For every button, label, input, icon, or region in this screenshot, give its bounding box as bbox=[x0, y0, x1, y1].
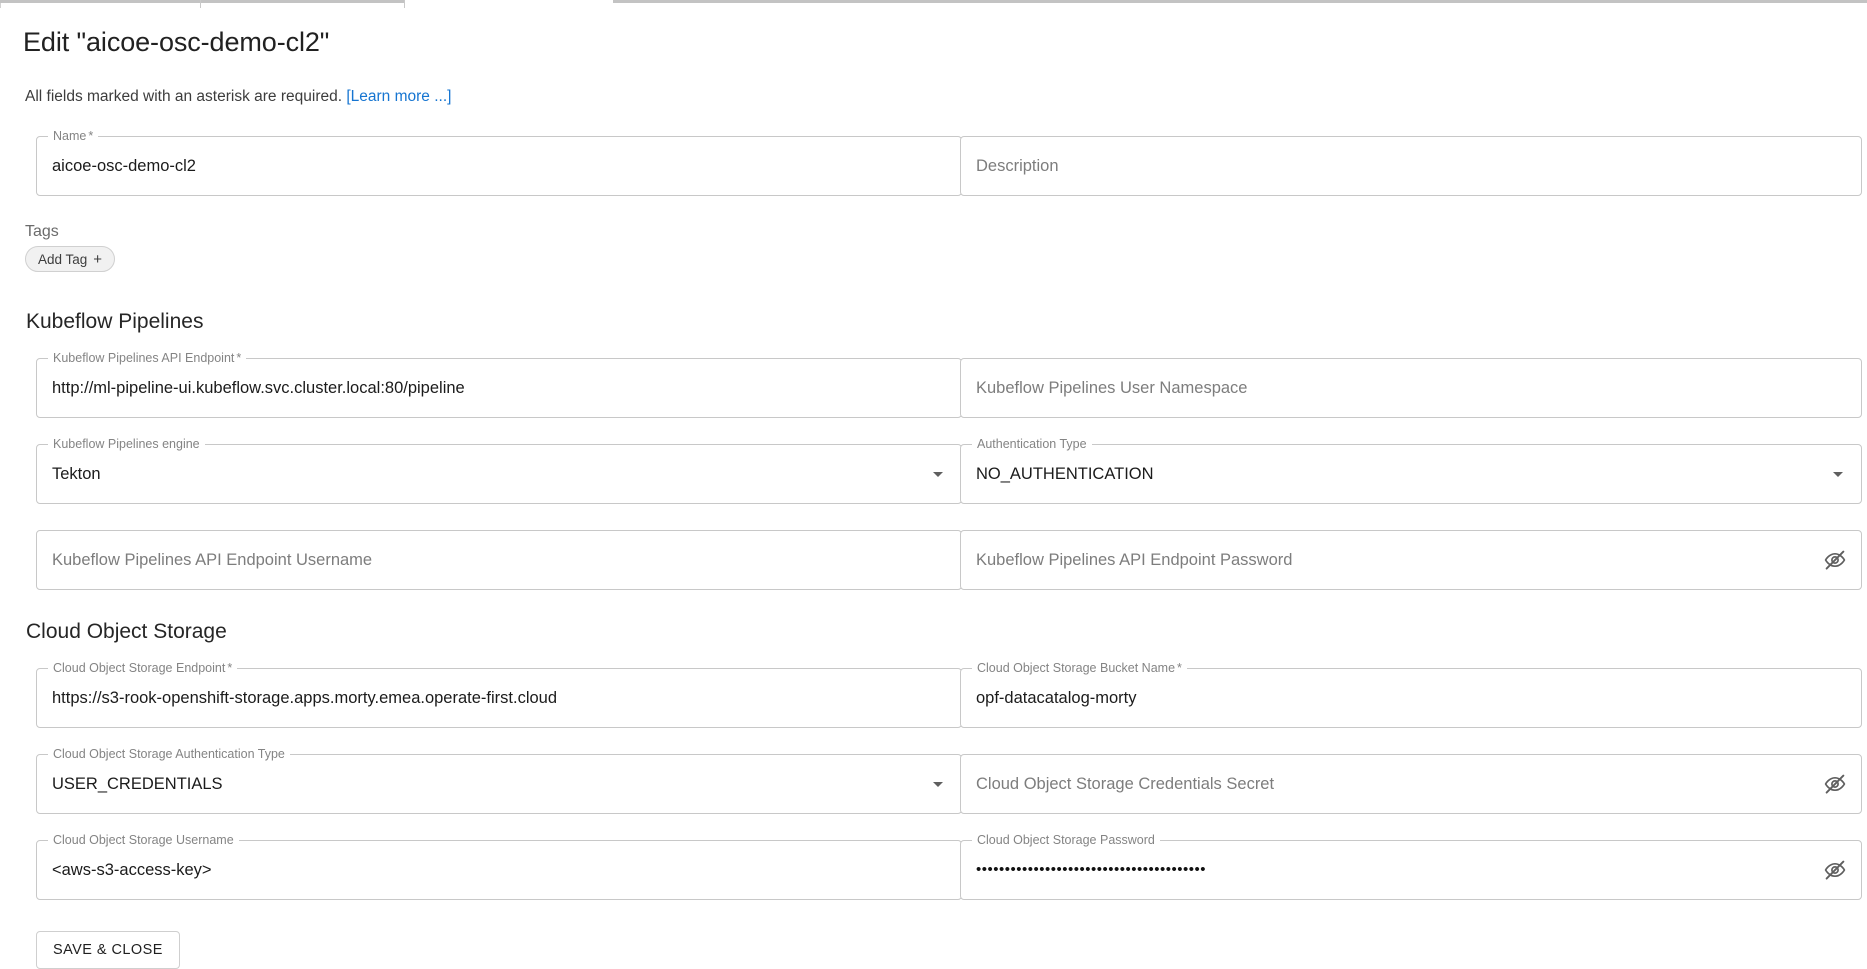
chrome-tab-strip-left bbox=[0, 0, 405, 3]
kubeflow-user-namespace-placeholder: Kubeflow Pipelines User Namespace bbox=[976, 379, 1248, 397]
cos-auth-type-value: USER_CREDENTIALS bbox=[52, 775, 223, 793]
tags-label: Tags bbox=[25, 223, 59, 240]
cos-username-field[interactable]: Cloud Object Storage Username <aws-s3-ac… bbox=[36, 833, 962, 900]
browser-chrome-strip bbox=[0, 0, 1867, 8]
eye-off-icon[interactable] bbox=[1822, 771, 1848, 797]
page-title: Edit "aicoe-osc-demo-cl2" bbox=[23, 27, 330, 57]
cos-username-label: Cloud Object Storage Username bbox=[48, 833, 239, 848]
learn-more-link[interactable]: [Learn more ...] bbox=[346, 88, 451, 105]
kubeflow-api-endpoint-label: Kubeflow Pipelines API Endpoint * bbox=[48, 351, 247, 366]
save-and-close-button[interactable]: SAVE & CLOSE bbox=[36, 931, 180, 969]
kubeflow-user-namespace-field[interactable]: Kubeflow Pipelines User Namespace bbox=[960, 358, 1862, 418]
chrome-tab-divider-2 bbox=[404, 0, 405, 8]
editor-form-panel: Edit "aicoe-osc-demo-cl2" All fields mar… bbox=[0, 8, 1867, 969]
cos-credentials-secret-field[interactable]: Cloud Object Storage Credentials Secret bbox=[960, 754, 1862, 814]
kubeflow-api-endpoint-field[interactable]: Kubeflow Pipelines API Endpoint * http://… bbox=[36, 351, 962, 418]
kubeflow-api-password-field[interactable]: Kubeflow Pipelines API Endpoint Password bbox=[960, 530, 1862, 590]
eye-off-icon[interactable] bbox=[1822, 547, 1848, 573]
cos-password-field[interactable]: Cloud Object Storage Password ••••••••••… bbox=[960, 833, 1862, 900]
cos-credentials-secret-placeholder: Cloud Object Storage Credentials Secret bbox=[976, 775, 1275, 793]
kubeflow-auth-type-label: Authentication Type bbox=[972, 437, 1092, 452]
kubeflow-engine-label: Kubeflow Pipelines engine bbox=[48, 437, 205, 452]
cos-username-value: <aws-s3-access-key> bbox=[52, 861, 212, 879]
kubeflow-api-endpoint-value: http://ml-pipeline-ui.kubeflow.svc.clust… bbox=[52, 379, 465, 397]
required-fields-note: All fields marked with an asterisk are r… bbox=[25, 88, 451, 106]
chrome-tab-strip-right bbox=[613, 0, 1867, 3]
chevron-down-icon[interactable] bbox=[933, 472, 943, 477]
kubeflow-api-username-placeholder: Kubeflow Pipelines API Endpoint Username bbox=[52, 551, 373, 569]
description-field[interactable]: Description bbox=[960, 136, 1862, 196]
cos-auth-type-select[interactable]: Cloud Object Storage Authentication Type… bbox=[36, 747, 962, 814]
section-title-cloud-object-storage: Cloud Object Storage bbox=[26, 620, 227, 643]
name-field-value: aicoe-osc-demo-cl2 bbox=[52, 157, 196, 175]
kubeflow-auth-type-value: NO_AUTHENTICATION bbox=[976, 465, 1154, 483]
name-field[interactable]: Name * aicoe-osc-demo-cl2 bbox=[36, 129, 962, 196]
kubeflow-engine-value: Tekton bbox=[52, 465, 101, 483]
name-field-label: Name * bbox=[48, 129, 99, 144]
cos-endpoint-value: https://s3-rook-openshift-storage.apps.m… bbox=[52, 689, 558, 707]
cos-auth-type-label: Cloud Object Storage Authentication Type bbox=[48, 747, 290, 762]
kubeflow-auth-type-select[interactable]: Authentication Type NO_AUTHENTICATION bbox=[960, 437, 1862, 504]
chevron-down-icon[interactable] bbox=[1833, 472, 1843, 477]
cos-bucket-name-value: opf-datacatalog-morty bbox=[976, 689, 1137, 707]
cos-password-label: Cloud Object Storage Password bbox=[972, 833, 1160, 848]
cos-password-value: •••••••••••••••••••••••••••••••••••••••• bbox=[976, 861, 1207, 878]
description-field-placeholder: Description bbox=[976, 157, 1059, 175]
chrome-tab-divider bbox=[200, 0, 201, 8]
cos-endpoint-label: Cloud Object Storage Endpoint * bbox=[48, 661, 238, 676]
cos-bucket-name-label: Cloud Object Storage Bucket Name * bbox=[972, 661, 1187, 676]
add-tag-label: Add Tag bbox=[38, 251, 88, 267]
section-title-kubeflow-pipelines: Kubeflow Pipelines bbox=[26, 310, 204, 333]
eye-off-icon[interactable] bbox=[1822, 857, 1848, 883]
plus-icon: + bbox=[93, 250, 103, 268]
kubeflow-api-password-placeholder: Kubeflow Pipelines API Endpoint Password bbox=[976, 551, 1293, 569]
required-fields-text: All fields marked with an asterisk are r… bbox=[25, 88, 343, 105]
chevron-down-icon[interactable] bbox=[933, 782, 943, 787]
kubeflow-engine-select[interactable]: Kubeflow Pipelines engine Tekton bbox=[36, 437, 962, 504]
cos-bucket-name-field[interactable]: Cloud Object Storage Bucket Name * opf-da… bbox=[960, 661, 1862, 728]
kubeflow-api-username-field[interactable]: Kubeflow Pipelines API Endpoint Username bbox=[36, 530, 962, 590]
cos-endpoint-field[interactable]: Cloud Object Storage Endpoint * https://s… bbox=[36, 661, 962, 728]
add-tag-chip[interactable]: Add Tag + bbox=[25, 246, 116, 272]
